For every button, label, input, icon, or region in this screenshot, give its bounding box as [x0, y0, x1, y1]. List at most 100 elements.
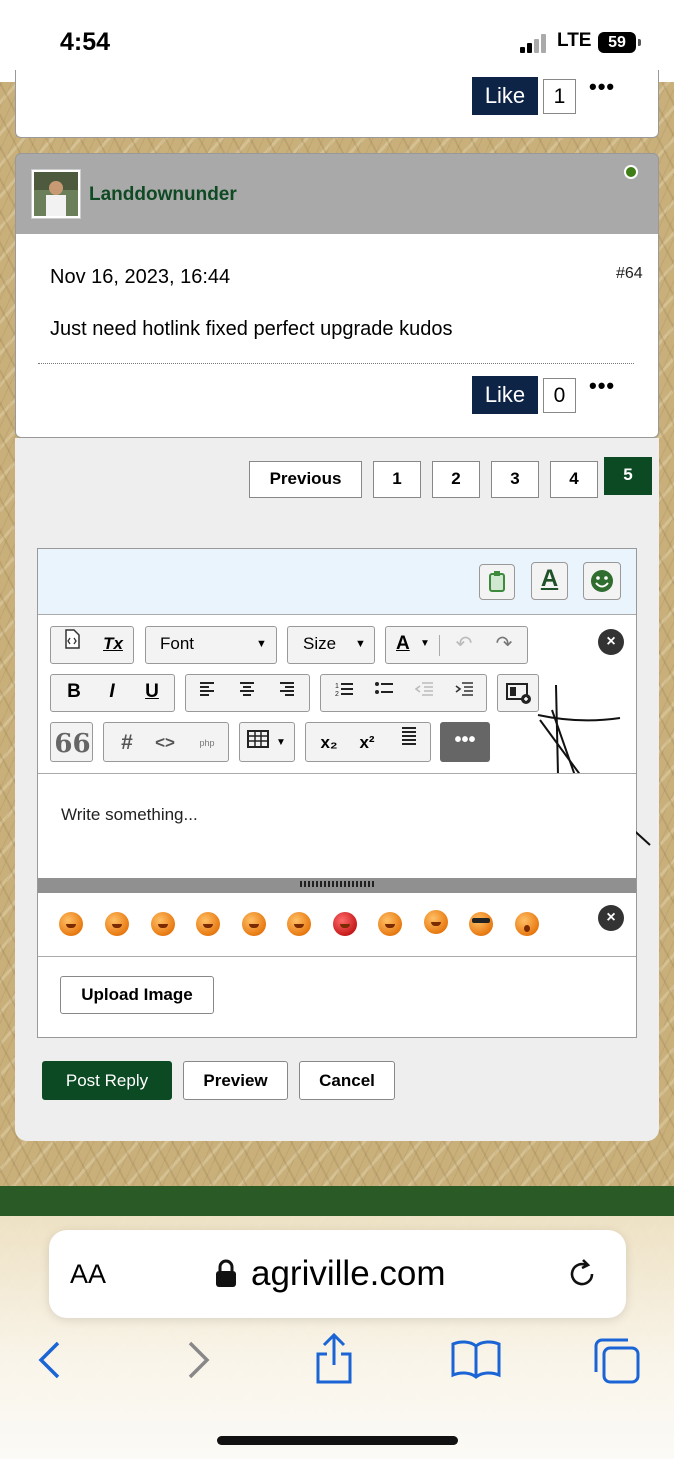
toolbar-group-color-history: A ▼ ↶ ↷ — [385, 626, 528, 664]
ordered-list-icon[interactable]: 12 — [329, 675, 359, 709]
toolbar-group-align — [185, 674, 310, 712]
lock-icon — [214, 1258, 238, 1288]
table-dropdown[interactable]: ▼ — [239, 722, 295, 762]
php-icon[interactable]: php — [192, 723, 222, 763]
emoji-icon[interactable] — [196, 912, 220, 936]
reload-icon[interactable] — [565, 1256, 601, 1297]
emoji-toggle-icon[interactable] — [583, 562, 621, 600]
emoji-icon[interactable] — [333, 912, 357, 936]
emoji-icon[interactable] — [287, 912, 311, 936]
username[interactable]: Landdownunder — [89, 184, 237, 206]
text-color-icon[interactable]: A — [396, 627, 410, 661]
chevron-down-icon[interactable]: ▼ — [420, 627, 430, 661]
chevron-down-icon: ▼ — [256, 638, 267, 650]
battery-icon: 59 — [598, 32, 636, 53]
page-button-3[interactable]: 3 — [491, 461, 539, 498]
justify-icon[interactable] — [394, 723, 424, 763]
grip-dots — [300, 881, 374, 887]
code-icon[interactable]: <> — [150, 723, 180, 763]
italic-button[interactable]: I — [97, 675, 127, 709]
avatar[interactable] — [31, 169, 81, 219]
emoji-icon[interactable] — [105, 912, 129, 936]
emoji-icon[interactable] — [59, 912, 83, 936]
indent-icon[interactable] — [449, 675, 479, 709]
emoji-icon[interactable] — [469, 912, 493, 936]
like-button[interactable]: Like — [472, 376, 538, 414]
like-count: 1 — [543, 79, 576, 114]
source-icon[interactable] — [59, 627, 85, 661]
resize-handle[interactable] — [38, 878, 636, 893]
previous-page-button[interactable]: Previous — [249, 461, 362, 498]
close-emoji-icon[interactable]: × — [598, 905, 624, 931]
bullet-list-icon[interactable] — [369, 675, 399, 709]
reader-aa-button[interactable]: AA — [70, 1259, 106, 1290]
chevron-down-icon: ▼ — [276, 737, 286, 748]
subscript-button[interactable]: x₂ — [314, 723, 344, 763]
emoji-icon[interactable] — [515, 912, 539, 936]
font-label: Font — [160, 634, 195, 653]
more-options-icon[interactable]: ••• — [589, 373, 615, 399]
quote-icon[interactable]: 66 — [50, 722, 93, 762]
post-date: Nov 16, 2023, 16:44 — [50, 266, 231, 288]
upload-image-button[interactable]: Upload Image — [60, 976, 214, 1014]
signal-icon — [520, 33, 550, 53]
align-center-icon[interactable] — [234, 675, 260, 709]
toolbar-group-lists: 12 — [320, 674, 487, 712]
post-reply-button[interactable]: Post Reply — [42, 1061, 172, 1100]
emoji-icon[interactable] — [242, 912, 266, 936]
message-textarea[interactable] — [38, 774, 636, 878]
outdent-icon[interactable] — [409, 675, 439, 709]
online-status-icon — [624, 165, 638, 179]
toolbar-group-basic: B I U — [50, 674, 175, 712]
forward-icon[interactable] — [182, 1340, 212, 1385]
battery-cap — [638, 39, 641, 46]
textarea-placeholder: Write something... — [61, 805, 198, 824]
site-footer-band — [0, 1186, 674, 1216]
text-color-a-icon[interactable]: A — [531, 562, 568, 600]
back-icon[interactable] — [36, 1340, 66, 1385]
share-icon[interactable] — [313, 1332, 355, 1391]
like-count: 0 — [543, 378, 576, 413]
cancel-button[interactable]: Cancel — [299, 1061, 395, 1100]
post-body: Just need hotlink fixed perfect upgrade … — [50, 318, 453, 340]
tabs-icon[interactable] — [590, 1336, 642, 1391]
close-toolbar-icon[interactable]: × — [598, 629, 624, 655]
page-button-5[interactable]: 5 — [604, 457, 652, 495]
chevron-down-icon: ▼ — [355, 638, 366, 650]
bookmarks-icon[interactable] — [450, 1338, 502, 1385]
clear-format-icon[interactable]: Tx — [99, 627, 127, 661]
undo-icon[interactable]: ↶ — [450, 627, 478, 661]
emoji-icon[interactable] — [378, 912, 402, 936]
redo-icon[interactable]: ↷ — [490, 627, 518, 661]
like-button[interactable]: Like — [472, 77, 538, 115]
underline-button[interactable]: U — [137, 675, 167, 709]
url-text[interactable]: agriville.com — [251, 1254, 446, 1294]
size-label: Size — [303, 634, 337, 653]
size-dropdown[interactable]: Size ▼ — [287, 626, 375, 664]
hash-icon[interactable]: # — [112, 723, 142, 763]
svg-text:2: 2 — [335, 691, 339, 697]
toolbar-separator — [439, 635, 440, 656]
emoji-icon[interactable] — [424, 910, 448, 934]
more-options-icon[interactable]: ••• — [589, 74, 615, 100]
more-tools-icon[interactable]: ••• — [440, 722, 490, 762]
post-number[interactable]: #64 — [616, 265, 643, 283]
bold-button[interactable]: B — [59, 675, 89, 709]
status-time: 4:54 — [60, 28, 111, 56]
page-button-4[interactable]: 4 — [550, 461, 598, 498]
table-icon — [246, 723, 270, 763]
superscript-button[interactable]: x² — [352, 723, 382, 763]
post-divider — [38, 363, 634, 364]
clipboard-icon[interactable] — [479, 564, 515, 600]
preview-button[interactable]: Preview — [183, 1061, 288, 1100]
toolbar-group-script: x₂ x² — [305, 722, 431, 762]
page-button-2[interactable]: 2 — [432, 461, 480, 498]
svg-text:1: 1 — [335, 683, 339, 690]
font-dropdown[interactable]: Font ▼ — [145, 626, 277, 664]
align-right-icon[interactable] — [274, 675, 300, 709]
home-indicator — [217, 1436, 458, 1445]
toolbar-group-code: # <> php — [103, 722, 229, 762]
align-left-icon[interactable] — [194, 675, 220, 709]
page-button-1[interactable]: 1 — [373, 461, 421, 498]
emoji-icon[interactable] — [151, 912, 175, 936]
